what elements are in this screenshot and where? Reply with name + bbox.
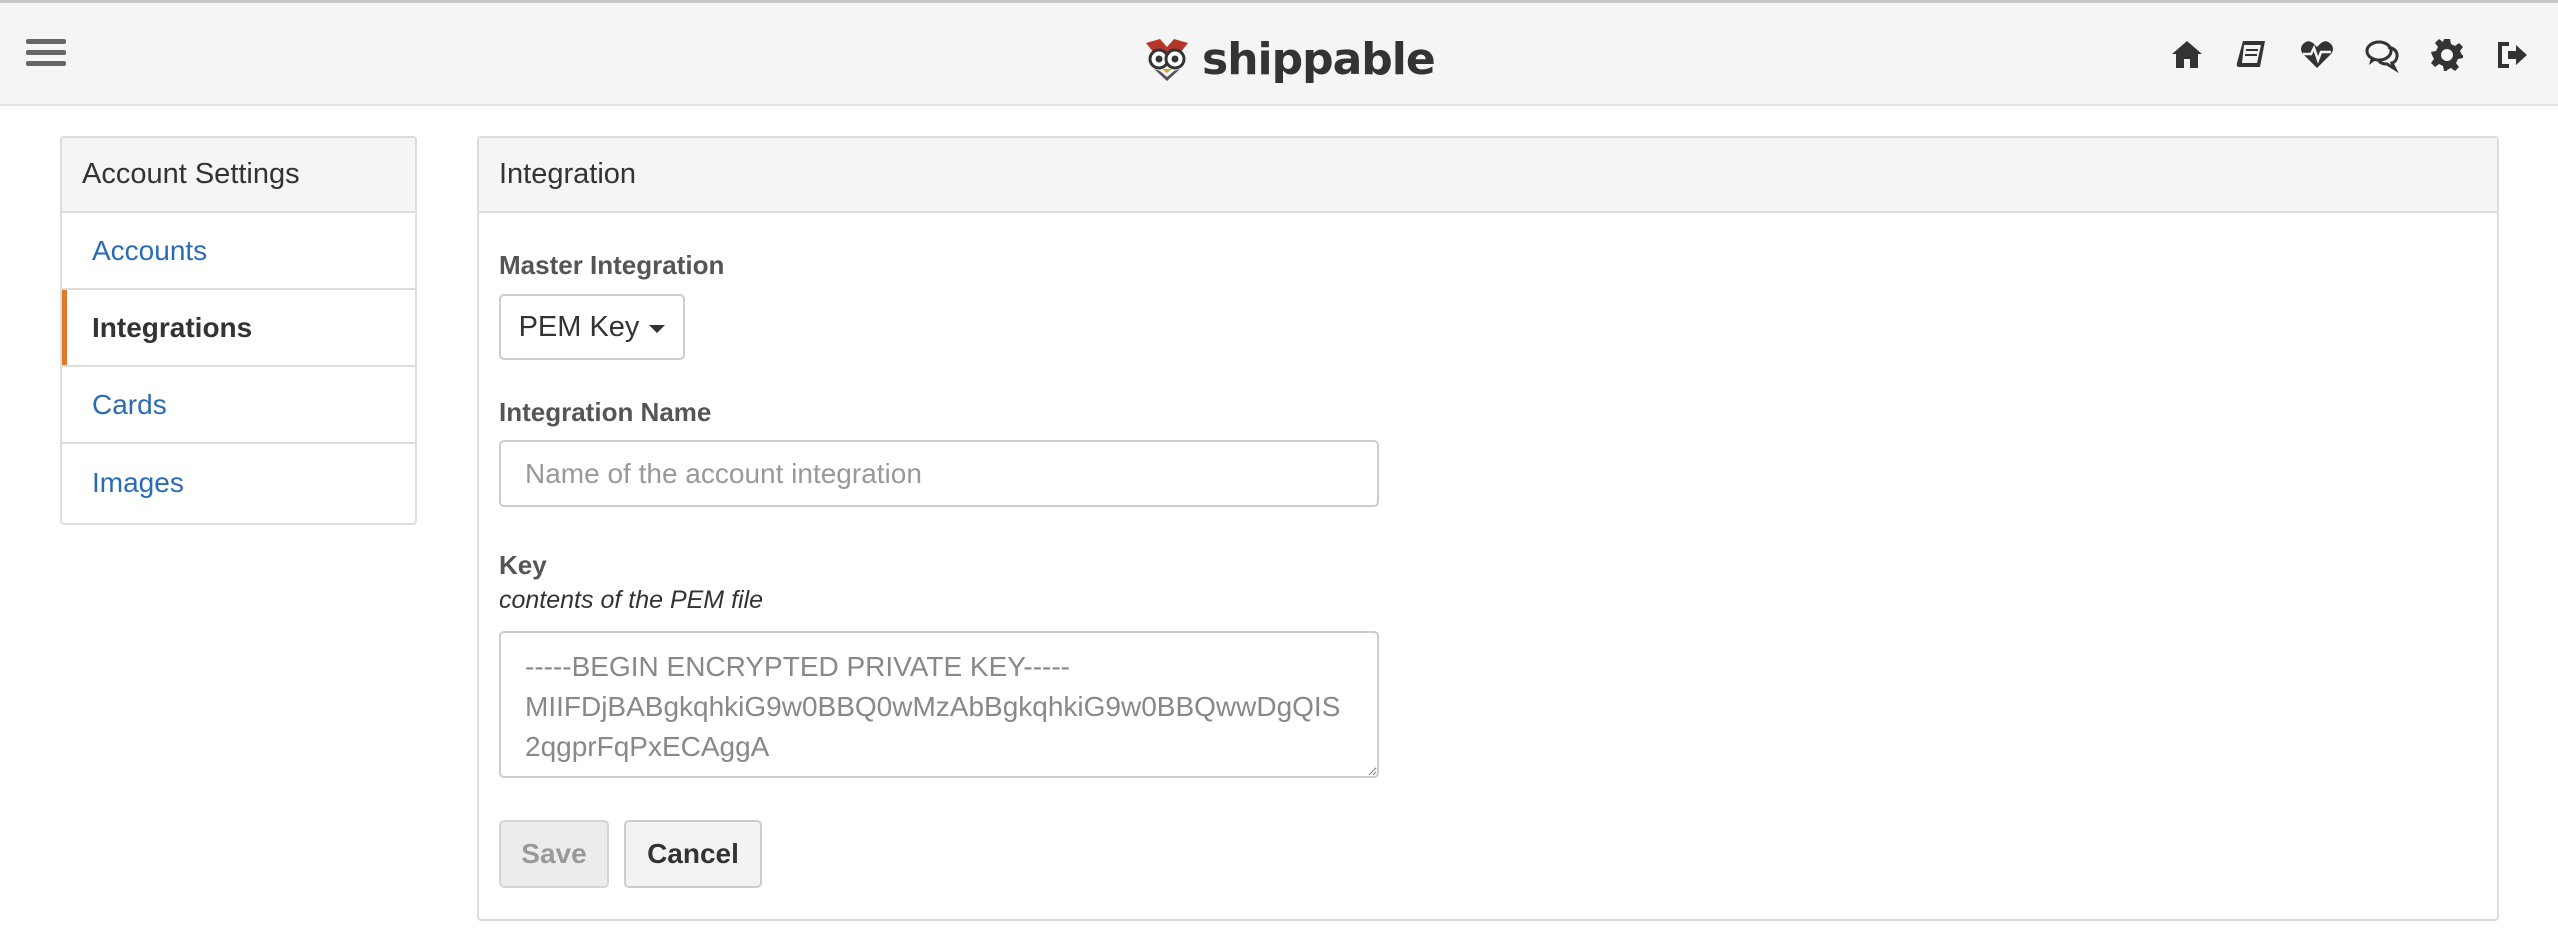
cancel-button[interactable]: Cancel <box>624 820 762 888</box>
dropdown-selected-value: PEM Key <box>518 310 640 343</box>
sidebar-item-images[interactable]: Images <box>62 444 415 521</box>
key-textarea[interactable] <box>499 631 1379 778</box>
account-settings-panel: Account Settings Accounts Integrations C… <box>60 136 417 525</box>
hamburger-menu-icon[interactable] <box>26 39 66 71</box>
brand-name: shippable <box>1202 33 1436 85</box>
panel-heading: Integration <box>479 138 2497 213</box>
brand-logo[interactable]: shippable <box>1140 31 1436 87</box>
key-label: Key <box>499 550 547 580</box>
home-icon[interactable] <box>2167 35 2207 75</box>
save-button[interactable]: Save <box>499 820 609 888</box>
sign-out-icon[interactable] <box>2492 35 2532 75</box>
panel-heading: Account Settings <box>62 138 415 213</box>
sidebar-item-accounts[interactable]: Accounts <box>62 213 415 290</box>
master-integration-label: Master Integration <box>499 250 725 280</box>
top-navbar: shippable <box>0 0 2558 106</box>
integration-name-input[interactable] <box>499 440 1379 507</box>
heartbeat-icon[interactable] <box>2297 35 2337 75</box>
integration-name-label: Integration Name <box>499 397 712 427</box>
sidebar-item-integrations[interactable]: Integrations <box>62 290 415 367</box>
key-hint: contents of the PEM file <box>499 586 764 614</box>
master-integration-dropdown[interactable]: PEM Key <box>499 294 685 360</box>
comments-icon[interactable] <box>2362 35 2402 75</box>
gear-icon[interactable] <box>2427 35 2467 75</box>
book-icon[interactable] <box>2232 35 2272 75</box>
caret-down-icon <box>649 325 666 333</box>
integration-panel: Integration Master Integration PEM Key I… <box>477 136 2499 921</box>
sidebar-item-cards[interactable]: Cards <box>62 367 415 444</box>
navbar-icon-group <box>2142 35 2532 75</box>
shippable-logo-icon <box>1146 39 1188 81</box>
